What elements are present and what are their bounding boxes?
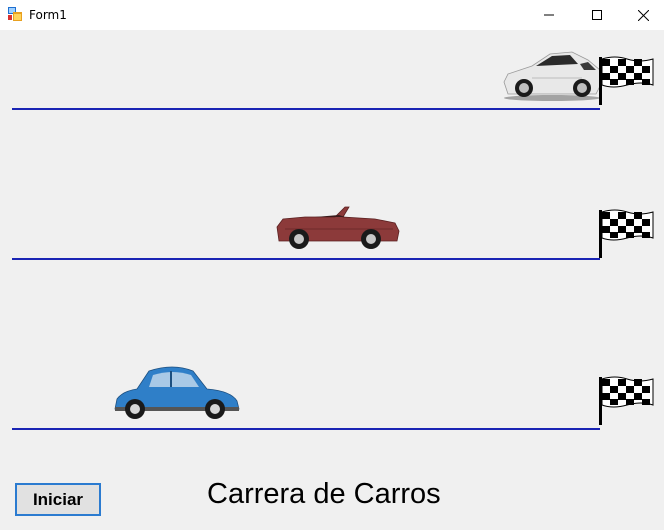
window-titlebar: Form1 [0, 0, 664, 30]
form-client-area [0, 30, 664, 530]
blue-beetle [114, 366, 240, 419]
close-icon [637, 9, 649, 21]
checkered-flag-icon [599, 209, 654, 258]
white-sports-car [503, 51, 601, 101]
lane-3-track [12, 428, 600, 430]
app-icon [8, 7, 22, 21]
race-title: Carrera de Carros [207, 478, 441, 510]
minimize-button[interactable] [526, 0, 572, 30]
red-convertible [276, 206, 400, 249]
maximize-icon [592, 10, 602, 20]
checkered-flag-icon [599, 56, 654, 105]
lane-1-track [12, 108, 600, 110]
start-button[interactable]: Iniciar [15, 483, 101, 516]
lane-2-track [12, 258, 600, 260]
maximize-button[interactable] [574, 0, 620, 30]
checkered-flag-icon [599, 376, 654, 425]
close-button[interactable] [620, 0, 664, 30]
minimize-icon [544, 14, 554, 16]
window-title: Form1 [29, 8, 67, 22]
